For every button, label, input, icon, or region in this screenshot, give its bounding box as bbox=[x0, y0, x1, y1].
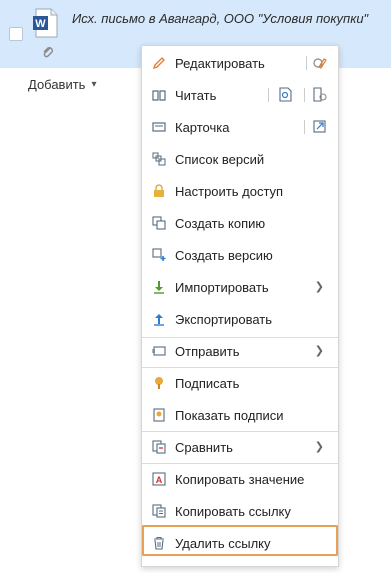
menu-item-label: Редактировать bbox=[175, 55, 265, 71]
edit-online-icon[interactable] bbox=[312, 55, 327, 70]
svg-text:W: W bbox=[35, 18, 46, 30]
context-menu: Редактировать Читать Карточка Список вер… bbox=[141, 45, 339, 567]
menu-item-label: Экспортировать bbox=[175, 311, 272, 327]
open-new-window-icon[interactable] bbox=[312, 119, 327, 134]
menu-item-label: Показать подписи bbox=[175, 407, 284, 423]
menu-item-sign[interactable]: Подписать bbox=[142, 367, 338, 399]
menu-item-label: Сравнить bbox=[175, 439, 233, 455]
chevron-right-icon: ❯ bbox=[314, 345, 324, 357]
menu-item-label: Отправить bbox=[175, 343, 240, 359]
menu-item-label: Копировать значение bbox=[175, 471, 305, 487]
menu-item-label: Подписать bbox=[175, 375, 240, 391]
lock-icon bbox=[152, 184, 166, 198]
arrow-up-icon bbox=[152, 312, 166, 326]
add-button-label: Добавить bbox=[28, 77, 86, 92]
menu-item-label: Читать bbox=[175, 87, 217, 103]
menu-item-export[interactable]: Экспортировать bbox=[142, 303, 338, 335]
menu-item-show-signatures[interactable]: Показать подписи bbox=[142, 399, 338, 431]
menu-item-new-version[interactable]: Создать версию bbox=[142, 239, 338, 271]
chevron-down-icon: ▾ bbox=[91, 79, 97, 90]
menu-item-copy-link[interactable]: Копировать ссылку bbox=[142, 495, 338, 527]
read-online-icon[interactable] bbox=[312, 87, 327, 102]
preview-icon[interactable] bbox=[278, 87, 293, 102]
arrow-down-icon bbox=[152, 280, 166, 294]
compare-icon bbox=[152, 440, 166, 454]
new-version-icon bbox=[152, 248, 166, 262]
chevron-right-icon: ❯ bbox=[314, 281, 324, 293]
menu-item-versions[interactable]: Список версий bbox=[142, 143, 338, 175]
pencil-icon bbox=[152, 56, 166, 70]
menu-item-label: Настроить доступ bbox=[175, 183, 284, 199]
document-title[interactable]: Исх. письмо в Авангард, ООО "Условия пок… bbox=[72, 10, 372, 28]
copy-icon bbox=[152, 216, 166, 230]
menu-item-label: Создать копию bbox=[175, 215, 266, 231]
menu-item-label: Копировать ссылку bbox=[175, 503, 291, 519]
book-icon bbox=[152, 88, 166, 102]
menu-item-label: Создать версию bbox=[175, 247, 273, 263]
menu-item-copy[interactable]: Создать копию bbox=[142, 207, 338, 239]
menu-item-send[interactable]: Отправить ❯ bbox=[142, 335, 338, 367]
row-checkbox[interactable] bbox=[9, 27, 23, 41]
certificate-icon bbox=[152, 408, 166, 422]
menu-item-label: Карточка bbox=[175, 119, 230, 135]
menu-item-read[interactable]: Читать bbox=[142, 79, 338, 111]
hover-highlight-box bbox=[142, 525, 338, 556]
menu-item-edit[interactable]: Редактировать bbox=[142, 47, 338, 79]
copy-value-icon: A bbox=[152, 472, 166, 486]
card-icon bbox=[152, 120, 166, 134]
seal-icon bbox=[152, 376, 166, 390]
chevron-right-icon: ❯ bbox=[314, 441, 324, 453]
copy-link-icon bbox=[152, 504, 166, 518]
paperclip-icon[interactable] bbox=[41, 45, 55, 59]
menu-item-import[interactable]: Импортировать ❯ bbox=[142, 271, 338, 303]
menu-item-label: Импортировать bbox=[175, 279, 269, 295]
menu-item-card[interactable]: Карточка bbox=[142, 111, 338, 143]
versions-icon bbox=[152, 152, 166, 166]
menu-item-label: Список версий bbox=[175, 151, 265, 167]
send-icon bbox=[152, 344, 166, 358]
menu-item-access[interactable]: Настроить доступ bbox=[142, 175, 338, 207]
word-icon: W bbox=[33, 8, 58, 38]
svg-text:A: A bbox=[156, 475, 163, 485]
menu-item-copy-value[interactable]: A Копировать значение bbox=[142, 463, 338, 495]
add-button[interactable]: Добавить ▾ bbox=[28, 77, 96, 92]
menu-item-compare[interactable]: Сравнить ❯ bbox=[142, 431, 338, 463]
